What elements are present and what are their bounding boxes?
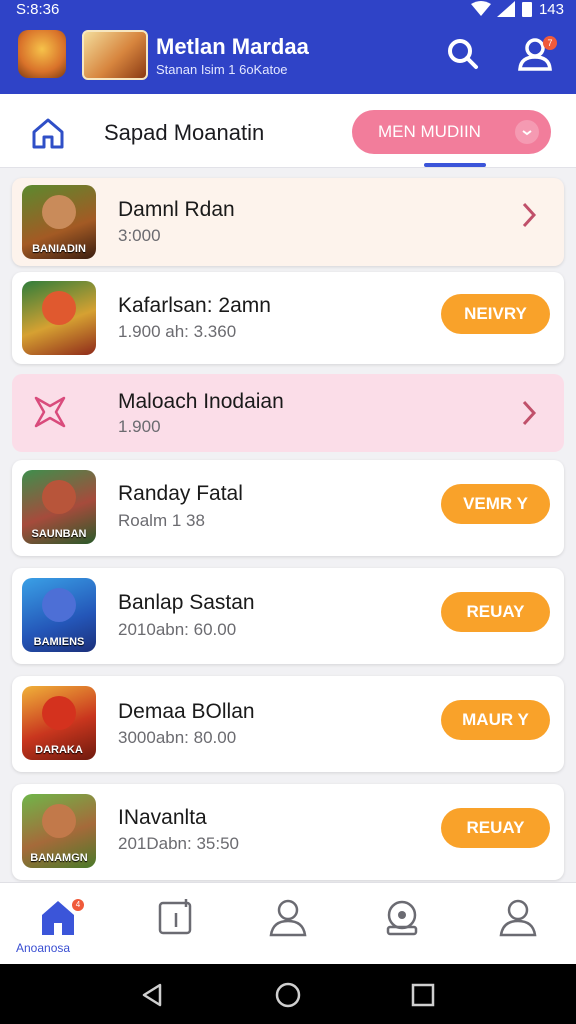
thumbnail-caption: SAUNBAN xyxy=(31,528,87,540)
game-meta: 1.900 ah: 3.360 xyxy=(118,322,237,341)
thumbnail-caption: BANAMGN xyxy=(30,852,88,864)
list-item[interactable]: SAUNBAN Randay Fatal Roalm 1 38 VEMR Y xyxy=(12,460,564,556)
character-art xyxy=(42,696,76,730)
recents-icon[interactable] xyxy=(410,982,436,1008)
list-item[interactable]: BANIADIN Damnl Rdan 3:000 xyxy=(12,178,564,266)
game-meta: Roalm 1 38 xyxy=(118,511,205,530)
character-art xyxy=(42,804,76,838)
game-thumbnail: BAMIENS xyxy=(22,578,96,652)
status-time: S:8:36 xyxy=(16,1,60,18)
game-thumbnail: SAUNBAN xyxy=(22,470,96,544)
game-title: Demaa BOllan xyxy=(118,700,255,723)
tab-bar: Sapad Moanatin MEN MUDIIN xyxy=(0,94,576,168)
game-title: Maloach Inodaian xyxy=(118,390,284,413)
play-button[interactable]: MAUR Y xyxy=(441,700,550,740)
account-icon[interactable] xyxy=(498,897,538,937)
game-thumbnail: BANIADIN xyxy=(22,185,96,259)
status-bar: S:8:36 143 xyxy=(0,0,576,22)
search-icon[interactable] xyxy=(444,36,480,72)
game-thumbnail: DARAKA xyxy=(22,686,96,760)
app-subtitle: Stanan Isim 1 6oKatoe xyxy=(156,62,288,77)
game-meta: 201Dabn: 35:50 xyxy=(118,834,239,853)
game-meta: 3000abn: 80.00 xyxy=(118,728,237,747)
bottom-nav: 4 Anoanosa xyxy=(0,882,576,964)
thumbnail-caption: DARAKA xyxy=(35,744,83,756)
list-item[interactable]: BANAMGN INavanlta 201Dabn: 35:50 REUAY xyxy=(12,784,564,880)
brand-emblem xyxy=(82,30,148,80)
calendar-icon[interactable] xyxy=(156,897,196,937)
thumbnail-caption: BANIADIN xyxy=(32,243,86,255)
game-title: Randay Fatal xyxy=(118,482,243,505)
signal-icon xyxy=(496,1,515,17)
user-icon[interactable] xyxy=(268,897,308,937)
wifi-icon xyxy=(470,1,491,16)
chevron-right-icon[interactable] xyxy=(518,398,540,428)
character-art xyxy=(42,195,76,229)
app-header: S:8:36 143 Metlan Mardaa Stanan Isim 1 6… xyxy=(0,0,576,94)
home-icon[interactable] xyxy=(30,116,66,150)
play-button[interactable]: NEIVRY xyxy=(441,294,550,334)
game-thumbnail: BANAMGN xyxy=(22,794,96,868)
list-item[interactable]: Kafarlsan: 2amn 1.900 ah: 3.360 NEIVRY xyxy=(12,272,564,364)
home-circle-icon[interactable] xyxy=(275,982,301,1008)
play-button[interactable]: VEMR Y xyxy=(441,484,550,524)
system-nav-bar xyxy=(0,964,576,1024)
status-icons: 143 xyxy=(470,0,564,18)
chevron-down-icon xyxy=(515,120,539,144)
play-button[interactable]: REUAY xyxy=(441,808,550,848)
tab-current-label[interactable]: Sapad Moanatin xyxy=(104,120,264,146)
thumbnail-caption: BAMIENS xyxy=(33,636,85,648)
list-item[interactable]: DARAKA Demaa BOllan 3000abn: 80.00 MAUR … xyxy=(12,676,564,772)
chevron-right-icon[interactable] xyxy=(518,200,540,230)
notification-badge: 7 xyxy=(543,36,557,50)
character-art xyxy=(42,291,76,325)
nav-home-label: Anoanosa xyxy=(16,941,71,955)
battery-level: 143 xyxy=(538,0,564,18)
game-title: Damnl Rdan xyxy=(118,198,235,221)
tab-indicator xyxy=(424,163,486,167)
filter-dropdown-label: MEN MUDIIN xyxy=(378,122,481,141)
game-thumbnail xyxy=(22,281,96,355)
list-item[interactable]: BAMIENS Banlap Sastan 2010abn: 60.00 REU… xyxy=(12,568,564,664)
game-title: Kafarlsan: 2amn xyxy=(118,294,271,317)
character-art xyxy=(42,480,76,514)
filter-dropdown-button[interactable]: MEN MUDIIN xyxy=(352,110,551,154)
back-icon[interactable] xyxy=(140,982,166,1008)
battery-icon xyxy=(521,2,532,17)
list-item[interactable]: Maloach Inodaian 1.900 xyxy=(12,374,564,452)
game-meta: 2010abn: 60.00 xyxy=(118,620,237,639)
game-meta: 3:000 xyxy=(118,226,161,245)
game-meta: 1.900 xyxy=(118,417,161,436)
app-title: Metlan Mardaa xyxy=(156,34,309,59)
nav-home-badge: 4 xyxy=(72,899,84,911)
app-logo xyxy=(18,30,66,78)
star-icon xyxy=(34,396,66,428)
support-icon[interactable] xyxy=(382,897,422,937)
game-title: INavanlta xyxy=(118,806,207,829)
play-button[interactable]: REUAY xyxy=(441,592,550,632)
game-title: Banlap Sastan xyxy=(118,591,255,614)
character-art xyxy=(42,588,76,622)
